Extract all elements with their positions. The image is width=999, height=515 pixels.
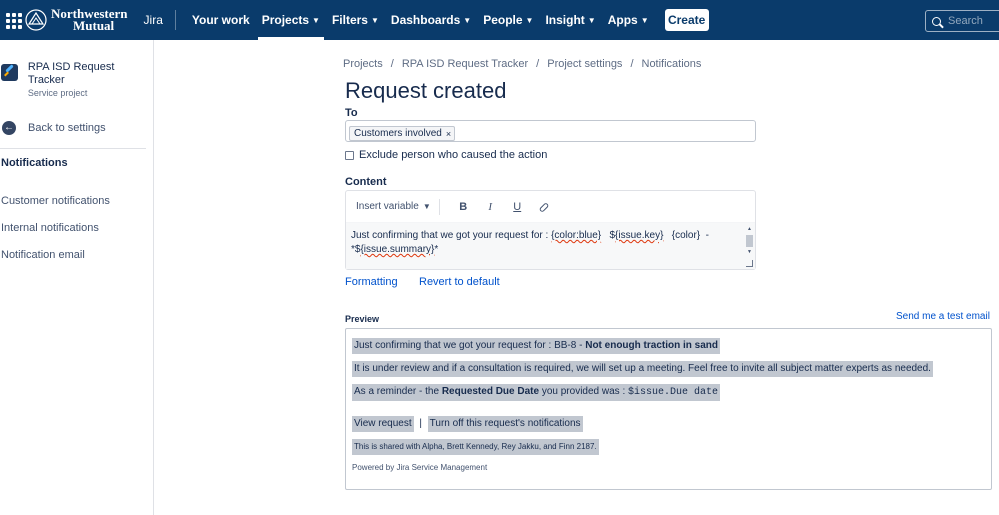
email-preview: Just confirming that we got your request… (345, 328, 992, 490)
project-header[interactable]: RPA ISD Request Tracker Service project (0, 40, 153, 98)
editor-toolbar: Insert variable ▼ B I U (346, 191, 755, 223)
resize-handle-icon[interactable] (746, 260, 753, 267)
preview-line-due-date: As a reminder - the Requested Due Date y… (352, 384, 985, 401)
editor-scrollbar[interactable]: ▲ ▼ (746, 226, 753, 261)
project-name: RPA ISD Request Tracker (27, 61, 115, 86)
exclude-label: Exclude person who caused the action (359, 149, 548, 161)
link-icon (538, 201, 550, 213)
turn-off-notifications-link[interactable]: Turn off this request's notifications (427, 416, 583, 432)
back-label: Back to settings (28, 122, 106, 134)
underline-button[interactable]: U (504, 201, 531, 213)
chevron-down-icon: ▼ (370, 15, 379, 25)
search-icon (932, 16, 941, 26)
back-to-settings-link[interactable]: ← Back to settings (0, 117, 153, 139)
chevron-down-icon: ▼ (422, 202, 431, 211)
breadcrumb-notifications[interactable]: Notifications (642, 58, 702, 70)
nav-projects[interactable]: Projects ▼ (256, 0, 326, 40)
recipients-field[interactable]: Customers involved × (345, 120, 756, 142)
app-switcher-icon[interactable] (3, 10, 23, 30)
insert-variable-dropdown[interactable]: Insert variable ▼ (356, 201, 431, 212)
nav-divider (174, 10, 176, 30)
view-request-link[interactable]: View request (352, 416, 414, 432)
breadcrumb-project[interactable]: RPA ISD Request Tracker (402, 58, 528, 70)
preview-shared-with: This is shared with Alpha, Brett Kennedy… (352, 439, 985, 455)
sidebar-item-internal-notifications[interactable]: Internal notifications (0, 214, 153, 241)
send-test-email-link[interactable]: Send me a test email (896, 311, 990, 322)
preview-label: Preview (345, 314, 380, 324)
sidebar-item-customer-notifications[interactable]: Customer notifications (0, 187, 153, 214)
nav-apps[interactable]: Apps ▼ (602, 0, 655, 40)
chevron-down-icon: ▼ (525, 15, 534, 25)
insert-variable-label: Insert variable (356, 201, 419, 212)
bold-button[interactable]: B (450, 201, 477, 213)
chevron-down-icon: ▼ (640, 15, 649, 25)
content-textarea[interactable]: Just confirming that we got your request… (346, 223, 755, 269)
preview-powered-by: Powered by Jira Service Management (352, 463, 488, 472)
nav-people[interactable]: People ▼ (477, 0, 539, 40)
exclude-checkbox[interactable] (345, 150, 354, 160)
create-button[interactable]: Create (664, 9, 709, 31)
preview-actions: View request | Turn off this request's not… (352, 416, 985, 432)
recipient-chip-label: Customers involved (354, 128, 442, 139)
scroll-up-icon[interactable]: ▲ (746, 226, 753, 233)
nav-insight[interactable]: Insight ▼ (539, 0, 601, 40)
nav-filters[interactable]: Filters ▼ (326, 0, 385, 40)
brand-name: Northwestern Mutual (51, 6, 128, 33)
exclude-option[interactable]: Exclude person who caused the action (345, 149, 547, 161)
chevron-down-icon: ▼ (463, 15, 472, 25)
to-label: To (345, 107, 358, 119)
page-title: Request created (345, 78, 507, 103)
top-navigation: Northwestern Mutual Jira Your work Proje… (0, 0, 999, 40)
content-editor: Insert variable ▼ B I U Just confirming … (345, 190, 756, 270)
chevron-down-icon: ▼ (312, 15, 320, 25)
link-button[interactable] (531, 201, 558, 213)
preview-line-review: It is under review and if a consultation… (352, 361, 985, 377)
scroll-down-icon[interactable]: ▼ (746, 249, 753, 256)
product-name[interactable]: Jira (144, 13, 163, 27)
nav-dashboards[interactable]: Dashboards ▼ (385, 0, 477, 40)
brand-logo[interactable]: Northwestern Mutual (25, 0, 128, 40)
preview-line-request: Just confirming that we got your request… (352, 338, 985, 354)
search-input[interactable]: Search (925, 10, 999, 32)
search-placeholder: Search (948, 15, 983, 27)
breadcrumb-projects[interactable]: Projects (343, 58, 383, 70)
northwestern-mutual-logo-icon (25, 9, 47, 31)
recipient-chip: Customers involved × (349, 126, 456, 141)
scrollbar-thumb[interactable] (746, 235, 753, 247)
breadcrumb: Projects / RPA ISD Request Tracker / Project… (343, 58, 702, 70)
formatting-link[interactable]: Formatting (345, 276, 398, 288)
breadcrumb-project-settings[interactable]: Project settings (547, 58, 622, 70)
italic-button[interactable]: I (477, 201, 504, 213)
sidebar-section-title: Notifications (1, 157, 68, 169)
arrow-left-icon: ← (2, 121, 16, 135)
main-content: Projects / RPA ISD Request Tracker / Project… (154, 40, 999, 515)
sidebar: RPA ISD Request Tracker Service project … (0, 40, 154, 515)
chevron-down-icon: ▼ (587, 15, 596, 25)
revert-to-default-link[interactable]: Revert to default (419, 276, 500, 288)
project-type: Service project (27, 88, 88, 98)
sidebar-item-notification-email[interactable]: Notification email (0, 241, 153, 268)
project-avatar-icon (1, 64, 18, 81)
sidebar-divider (0, 148, 146, 149)
remove-recipient-icon[interactable]: × (446, 129, 451, 139)
content-label: Content (345, 176, 387, 188)
toolbar-divider (438, 198, 440, 215)
nav-your-work[interactable]: Your work (186, 0, 256, 40)
